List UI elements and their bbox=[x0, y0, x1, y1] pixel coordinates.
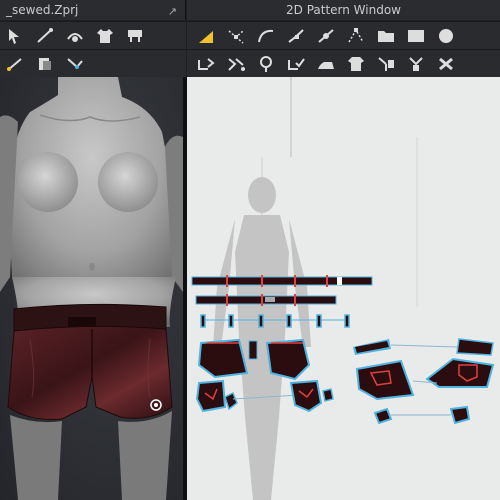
fly-piece[interactable] bbox=[248, 340, 258, 360]
buttonhole-icon[interactable] bbox=[373, 53, 399, 75]
back-yoke-right[interactable] bbox=[456, 338, 494, 356]
waistband-piece-1[interactable] bbox=[191, 275, 373, 287]
tack-icon[interactable] bbox=[253, 53, 279, 75]
stitch-check-icon[interactable] bbox=[283, 53, 309, 75]
popout-icon[interactable]: ↗ bbox=[168, 2, 177, 22]
segment-sew-icon[interactable] bbox=[193, 53, 219, 75]
2d-toolbar-top bbox=[187, 21, 500, 49]
select-icon[interactable] bbox=[2, 25, 28, 47]
move-icon[interactable] bbox=[62, 53, 88, 75]
2d-pattern-canvas[interactable] bbox=[187, 77, 500, 500]
pocket-bag-left[interactable] bbox=[195, 379, 227, 413]
back-yoke-left[interactable] bbox=[353, 339, 391, 355]
curve-point-icon[interactable] bbox=[283, 25, 309, 47]
polygon-icon[interactable] bbox=[343, 25, 369, 47]
2d-window-title: 2D Pattern Window bbox=[187, 0, 500, 20]
curve-icon[interactable] bbox=[253, 25, 279, 47]
brush-icon[interactable] bbox=[32, 25, 58, 47]
button-icon[interactable] bbox=[343, 53, 369, 75]
tshirt-icon[interactable] bbox=[92, 25, 118, 47]
rectangle-icon[interactable] bbox=[403, 25, 429, 47]
small-piece-a[interactable] bbox=[373, 407, 393, 425]
folder-icon[interactable] bbox=[373, 25, 399, 47]
project-file-name: _sewed.Zprj bbox=[6, 3, 79, 17]
iron-icon[interactable] bbox=[313, 53, 339, 75]
measure-icon[interactable] bbox=[2, 53, 28, 75]
fold-icon[interactable] bbox=[32, 53, 58, 75]
back-left-piece[interactable] bbox=[355, 359, 415, 401]
3d-toolbar-top bbox=[0, 21, 186, 49]
free-sew-icon[interactable] bbox=[223, 53, 249, 75]
edit-point-icon[interactable] bbox=[223, 25, 249, 47]
pin-icon[interactable] bbox=[122, 25, 148, 47]
circle-icon[interactable] bbox=[433, 25, 459, 47]
small-tab-right[interactable] bbox=[322, 388, 334, 402]
sew-line-2 bbox=[390, 344, 458, 348]
add-point-icon[interactable] bbox=[313, 25, 339, 47]
3d-window-title: _sewed.Zprj ↗ bbox=[0, 0, 186, 20]
cross-icon[interactable] bbox=[433, 53, 459, 75]
front-left-piece[interactable] bbox=[197, 338, 249, 379]
pattern-layout bbox=[191, 77, 495, 500]
avatar-silhouette bbox=[213, 177, 311, 500]
waistband-piece-2[interactable] bbox=[195, 294, 337, 306]
transform-icon[interactable] bbox=[193, 25, 219, 47]
front-right-piece[interactable] bbox=[265, 338, 311, 381]
avatar-render bbox=[0, 77, 183, 500]
2d-toolbar-bottom bbox=[187, 49, 500, 77]
3d-garment-view[interactable] bbox=[0, 77, 183, 500]
small-piece-b[interactable] bbox=[449, 405, 471, 425]
topstitch-icon[interactable] bbox=[403, 53, 429, 75]
small-tab-left[interactable] bbox=[224, 391, 238, 411]
3d-toolbar-bottom bbox=[0, 49, 186, 77]
stitch-icon[interactable] bbox=[62, 25, 88, 47]
pocket-bag-right[interactable] bbox=[289, 379, 323, 413]
pattern-window-name: 2D Pattern Window bbox=[286, 3, 401, 17]
